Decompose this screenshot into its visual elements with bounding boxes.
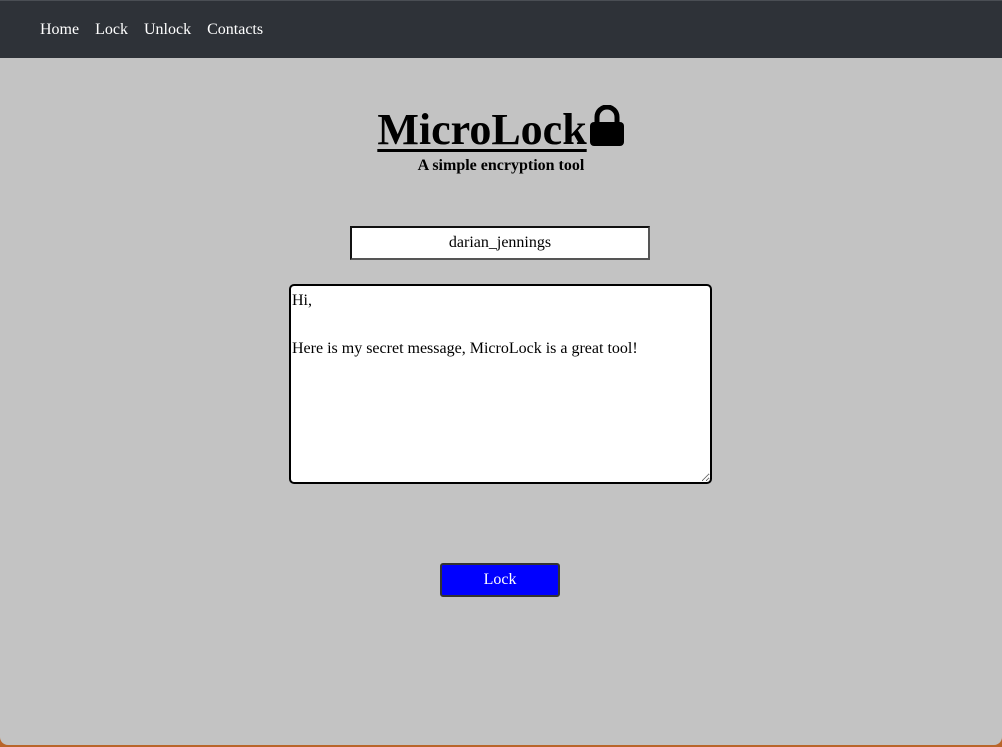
- nav-link-contacts[interactable]: Contacts: [207, 21, 263, 38]
- message-textarea[interactable]: Hi, Here is my secret message, MicroLock…: [289, 284, 712, 484]
- top-navbar: Home Lock Unlock Contacts: [0, 0, 1002, 58]
- nav-list: Home Lock Unlock Contacts: [40, 21, 263, 39]
- page-title: MicroLock: [377, 105, 587, 154]
- title-row: MicroLock: [0, 104, 1002, 156]
- nav-link-unlock[interactable]: Unlock: [144, 21, 191, 38]
- page-subtitle: A simple encryption tool: [417, 157, 585, 174]
- app-window: Home Lock Unlock Contacts MicroLock A si…: [0, 0, 1002, 745]
- nav-link-home[interactable]: Home: [40, 21, 79, 38]
- lock-icon: [589, 104, 625, 152]
- lock-button[interactable]: Lock: [440, 563, 560, 597]
- recipient-input[interactable]: [350, 226, 650, 260]
- nav-link-lock[interactable]: Lock: [95, 21, 128, 38]
